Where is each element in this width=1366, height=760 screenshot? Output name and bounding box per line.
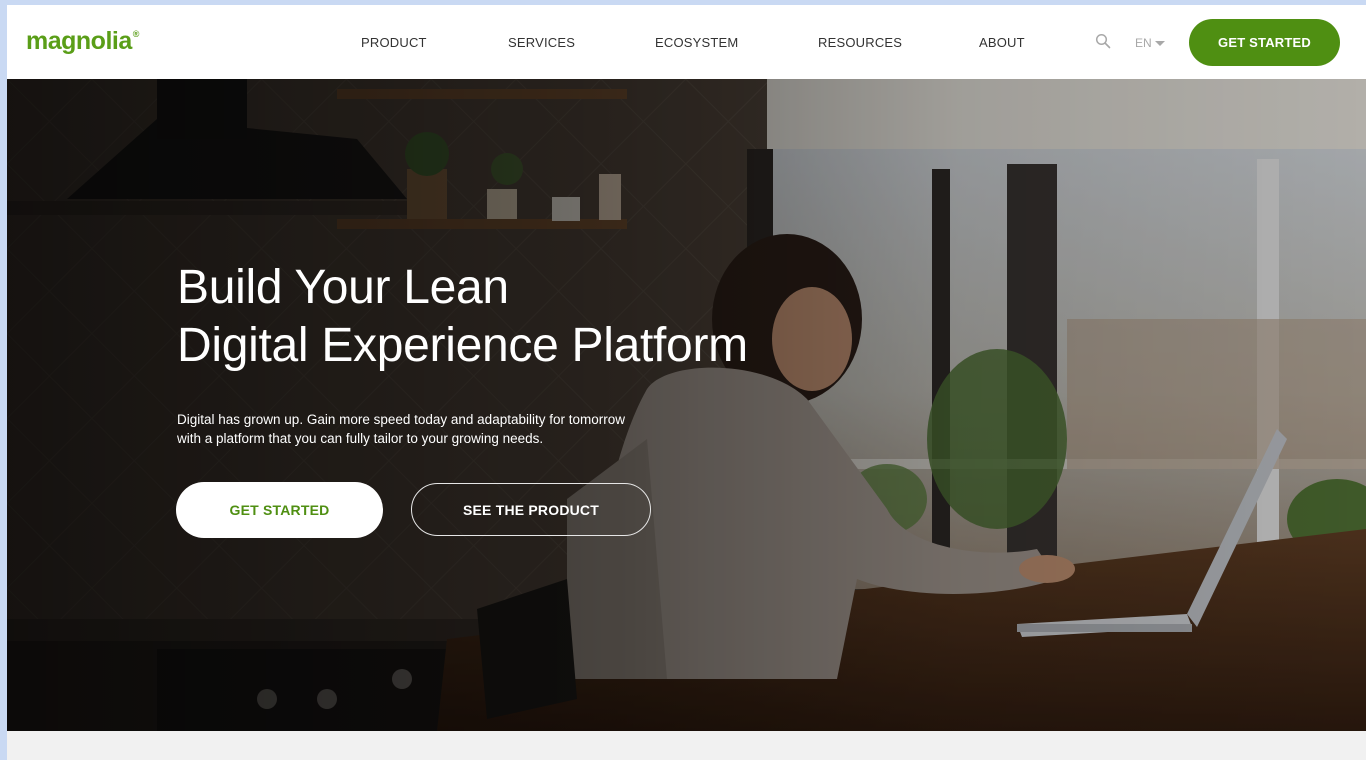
hero-subtitle-line-2: with a platform that you can fully tailo… (177, 431, 544, 446)
hero-subtitle: Digital has grown up. Gain more speed to… (177, 410, 717, 448)
hero-subtitle-line-1: Digital has grown up. Gain more speed to… (177, 412, 625, 427)
hero-title-line-1: Build Your Lean (177, 261, 509, 314)
hero-background-image (7, 79, 1366, 731)
registered-mark: ® (132, 29, 140, 39)
nav-ecosystem[interactable]: ECOSYSTEM (655, 35, 738, 51)
search-icon[interactable] (1095, 33, 1111, 49)
nav-resources[interactable]: RESOURCES (818, 35, 902, 51)
hero-section: Build Your Lean Digital Experience Platf… (7, 79, 1366, 731)
chevron-down-icon (1154, 41, 1165, 46)
language-label: EN (1135, 36, 1152, 50)
nav-services[interactable]: SERVICES (508, 35, 575, 51)
browser-viewport: magnolia ® PRODUCT SERVICES ECOSYSTEM RE… (7, 5, 1366, 760)
language-selector[interactable]: EN (1135, 35, 1165, 51)
nav-product[interactable]: PRODUCT (361, 35, 427, 51)
nav-about[interactable]: ABOUT (979, 35, 1025, 51)
header-get-started-button[interactable]: GET STARTED (1189, 19, 1340, 66)
see-the-product-button[interactable]: SEE THE PRODUCT (411, 483, 651, 536)
hero-title-line-2: Digital Experience Platform (177, 319, 748, 372)
magnolia-logo[interactable]: magnolia ® (26, 28, 139, 64)
hero-title: Build Your Lean Digital Experience Platf… (177, 259, 897, 375)
hero-get-started-button[interactable]: GET STARTED (176, 482, 383, 538)
logo-text: magnolia (26, 27, 132, 55)
site-header: magnolia ® PRODUCT SERVICES ECOSYSTEM RE… (7, 5, 1366, 79)
